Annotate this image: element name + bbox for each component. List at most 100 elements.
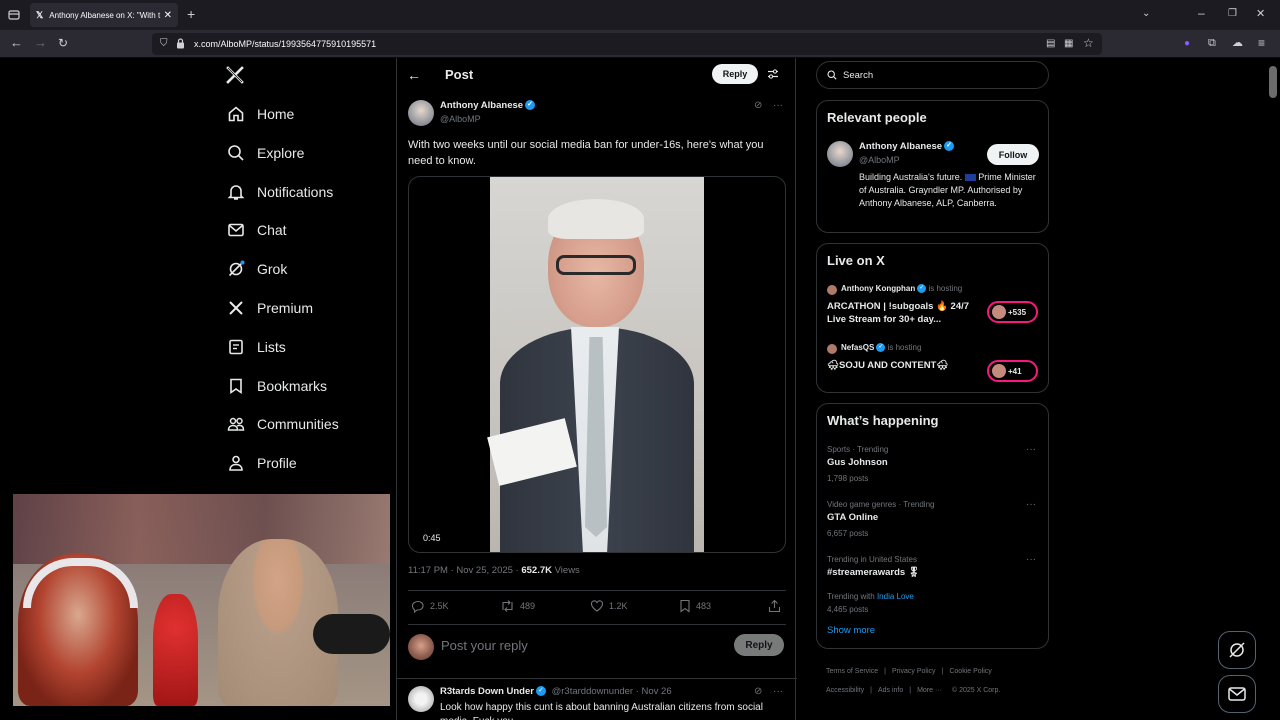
page-scrollbar[interactable] bbox=[1269, 66, 1277, 98]
nav-item-chat[interactable]: Chat bbox=[226, 215, 287, 245]
follow-button[interactable]: Follow bbox=[987, 144, 1039, 165]
post-timestamp[interactable]: 11:17 PM · Nov 25, 2025 · bbox=[408, 565, 521, 576]
restore-icon[interactable]: ❐ bbox=[1228, 8, 1237, 20]
reply-header-button[interactable]: Reply bbox=[712, 64, 758, 84]
trend-item[interactable]: Sports · Trending ··· Gus Johnson 1,798 pos… bbox=[827, 444, 1042, 496]
person-handle[interactable]: @AlboMP bbox=[859, 155, 900, 165]
video-player[interactable]: 0:45 bbox=[408, 176, 786, 553]
address-bar[interactable]: ⛉ x.com/AlboMP/status/199356477591019557… bbox=[152, 33, 1102, 55]
x-logo-icon[interactable] bbox=[226, 66, 246, 86]
nav-item-bookmarks[interactable]: Bookmarks bbox=[226, 371, 327, 401]
more-options-icon[interactable]: ··· bbox=[1026, 554, 1036, 565]
reply-author-row[interactable]: R3tards Down Under ✓ @r3tarddownunder · N… bbox=[440, 686, 672, 697]
footer-link[interactable]: © 2025 X Corp. bbox=[952, 687, 1000, 694]
bookmark-action[interactable]: 483 bbox=[679, 599, 711, 613]
repost-action[interactable]: 489 bbox=[500, 599, 535, 613]
reader-view-icon[interactable]: ▤ bbox=[1046, 38, 1055, 50]
reply-author-name[interactable]: R3tards Down Under bbox=[440, 686, 534, 697]
nav-item-label: Explore bbox=[257, 144, 305, 161]
host-avatar bbox=[827, 285, 837, 295]
menu-icon[interactable]: ≡ bbox=[1258, 37, 1265, 49]
live-stream-item[interactable]: Anthony Kongphan ✓ is hosting ARCATHON | !… bbox=[827, 284, 1042, 334]
footer-link[interactable]: More ··· bbox=[917, 687, 942, 694]
author-name[interactable]: Anthony Albanese bbox=[440, 100, 523, 111]
footer-link[interactable]: Accessibility bbox=[826, 687, 864, 694]
reply-submit-button[interactable]: Reply bbox=[734, 634, 784, 656]
nav-item-lists[interactable]: Lists bbox=[226, 332, 286, 362]
more-options-icon[interactable]: ··· bbox=[773, 100, 783, 111]
person-avatar[interactable] bbox=[827, 141, 853, 167]
reply-action[interactable]: 2.5K bbox=[411, 599, 449, 613]
page-title: Post bbox=[445, 67, 474, 82]
footer-link[interactable]: Terms of Service bbox=[826, 668, 878, 675]
post-metadata: 11:17 PM · Nov 25, 2025 · 652.7K Views bbox=[408, 565, 580, 576]
author-name-row[interactable]: Anthony Albanese ✓ bbox=[440, 100, 536, 111]
person-name[interactable]: Anthony Albanese bbox=[859, 141, 942, 152]
post-text: With two weeks until our social media ba… bbox=[408, 139, 764, 167]
close-window-icon[interactable]: ✕ bbox=[1256, 8, 1265, 20]
grok-explain-icon[interactable]: ⊘ bbox=[754, 686, 762, 697]
person-name-row[interactable]: Anthony Albanese ✓ bbox=[859, 141, 955, 152]
search-icon bbox=[226, 143, 246, 163]
nav-item-communities[interactable]: Communities bbox=[226, 409, 339, 439]
host-row: Anthony Kongphan ✓ is hosting bbox=[841, 284, 962, 294]
tab-list-icon[interactable] bbox=[8, 9, 20, 23]
more-options-icon[interactable]: ··· bbox=[1026, 444, 1036, 455]
shield-icon: ⛉ bbox=[160, 38, 168, 49]
new-tab-icon[interactable]: + bbox=[187, 7, 195, 21]
trending-with-label: Trending with bbox=[827, 592, 877, 601]
messages-floating-button[interactable] bbox=[1218, 675, 1256, 713]
reply-compose-input[interactable]: Post your reply bbox=[441, 638, 721, 653]
trend-item[interactable]: Video game genres · Trending ··· GTA Onlin… bbox=[827, 499, 1042, 551]
search-icon bbox=[827, 70, 837, 80]
live-stream-item[interactable]: NefasQS ✓ is hosting 🌨SOJU AND CONTENT🌨 +41 bbox=[827, 343, 1042, 393]
footer-link[interactable]: Ads info bbox=[878, 687, 903, 694]
show-more-link[interactable]: Show more bbox=[827, 625, 875, 636]
trending-with-link[interactable]: India Love bbox=[877, 592, 914, 601]
author-handle[interactable]: @AlboMP bbox=[440, 114, 481, 124]
home-icon bbox=[226, 104, 246, 124]
grok-floating-button[interactable] bbox=[1218, 631, 1256, 669]
extension-purple-icon[interactable]: ● bbox=[1184, 38, 1190, 50]
author-avatar[interactable] bbox=[408, 100, 434, 126]
footer-link[interactable]: Privacy Policy bbox=[892, 668, 936, 675]
whats-happening-card: What’s happening Sports · Trending ··· Gus… bbox=[816, 403, 1049, 649]
views-count: 652.7K bbox=[521, 565, 552, 576]
back-arrow-icon[interactable]: ← bbox=[407, 67, 421, 83]
nav-item-home[interactable]: Home bbox=[226, 99, 294, 129]
nav-item-profile[interactable]: Profile bbox=[226, 448, 297, 478]
close-tab-icon[interactable]: ✕ bbox=[164, 10, 172, 21]
nav-item-explore[interactable]: Explore bbox=[226, 138, 304, 168]
share-icon[interactable] bbox=[768, 599, 781, 618]
filter-sliders-icon[interactable] bbox=[767, 67, 779, 85]
back-icon[interactable]: ← bbox=[10, 36, 23, 49]
browser-tab[interactable]: 𝕏 Anthony Albanese on X: "With t ✕ bbox=[30, 3, 178, 27]
puzzle-icon[interactable]: ⧉ bbox=[1208, 37, 1216, 49]
lock-icon bbox=[176, 38, 185, 51]
list-icon bbox=[226, 337, 246, 357]
more-options-icon[interactable]: ··· bbox=[773, 686, 783, 697]
like-action[interactable]: 1.2K bbox=[590, 599, 628, 613]
nav-item-premium[interactable]: Premium bbox=[226, 293, 313, 323]
footer-link[interactable]: Cookie Policy bbox=[949, 668, 991, 675]
own-avatar[interactable] bbox=[408, 634, 434, 660]
host-row: NefasQS ✓ is hosting bbox=[841, 343, 921, 353]
nav-item-grok[interactable]: Grok bbox=[226, 254, 287, 284]
minimize-icon[interactable]: – bbox=[1198, 7, 1205, 19]
bookmark-icon bbox=[226, 376, 246, 396]
views-label: Views bbox=[552, 565, 580, 576]
forward-icon[interactable]: → bbox=[34, 36, 47, 49]
reply-avatar[interactable] bbox=[408, 686, 434, 712]
extensions-grid-icon[interactable]: ▦ bbox=[1064, 38, 1073, 50]
trend-item[interactable]: Trending in United States ··· #streamerawa… bbox=[827, 554, 1042, 614]
nav-item-notifications[interactable]: Notifications bbox=[226, 177, 333, 207]
host-name: Anthony Kongphan bbox=[841, 284, 916, 293]
cloud-icon[interactable]: ☁ bbox=[1232, 37, 1243, 49]
reload-icon[interactable]: ↻ bbox=[58, 37, 68, 49]
reply-author-handle[interactable]: @r3tarddownunder · Nov 26 bbox=[552, 686, 672, 697]
list-tabs-icon[interactable]: ⌄ bbox=[1142, 8, 1150, 20]
search-box[interactable]: Search bbox=[816, 61, 1049, 89]
grok-explain-icon[interactable]: ⊘ bbox=[754, 100, 762, 111]
bookmark-star-icon[interactable]: ☆ bbox=[1083, 37, 1094, 49]
more-options-icon[interactable]: ··· bbox=[1026, 499, 1036, 510]
